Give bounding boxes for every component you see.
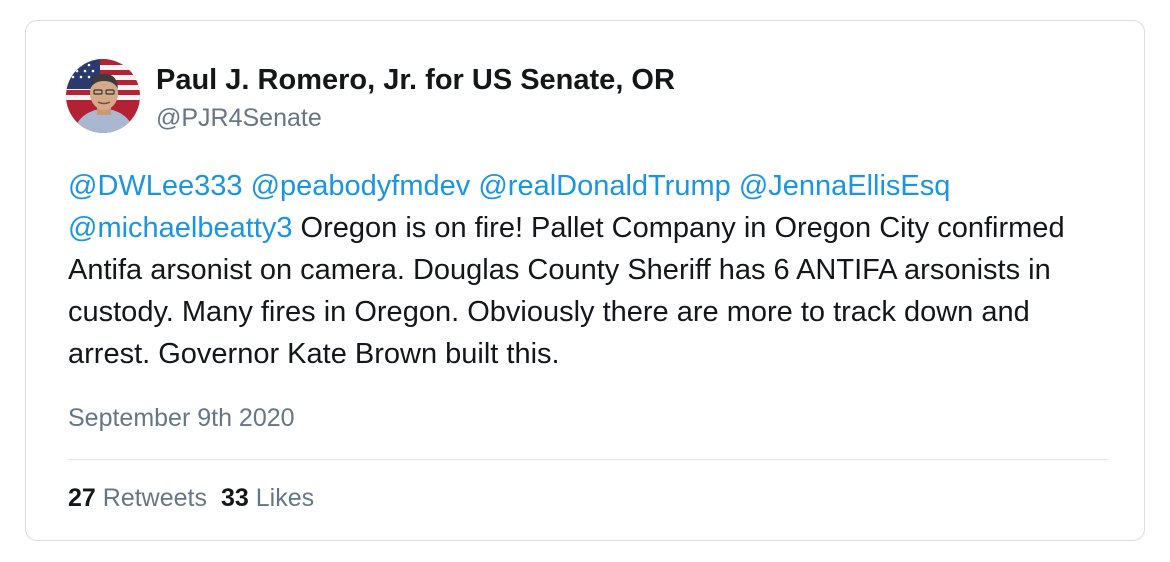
mention-link[interactable]: @peabodyfmdev [251,170,471,202]
retweets-label: Retweets [102,484,207,512]
tweet-card: Paul J. Romero, Jr. for US Senate, OR @P… [25,20,1145,541]
tweet-date[interactable]: September 9th 2020 [68,403,295,433]
likes-label: Likes [255,484,315,512]
author-name[interactable]: Paul J. Romero, Jr. for US Senate, OR [156,63,675,97]
author-handle[interactable]: @PJR4Senate [156,103,322,133]
retweets-count: 27 [68,484,96,512]
tweet-text: @DWLee333 @peabodyfmdev @realDonaldTrump… [68,165,1108,375]
mention-link[interactable]: @DWLee333 [68,170,243,202]
mention-link[interactable]: @michaelbeatty3 [68,212,293,244]
divider [68,459,1108,460]
likes-count: 33 [220,484,249,512]
retweets-stat[interactable]: 27 Retweets [68,484,207,512]
tweet-stats: 27 Retweets 33 Likes [68,483,314,513]
mention-link[interactable]: @realDonaldTrump [478,170,730,202]
likes-stat[interactable]: 33 Likes [221,484,314,512]
profile-photo-icon [66,59,140,133]
mention-link[interactable]: @JennaEllisEsq [739,170,951,202]
avatar[interactable] [66,59,140,133]
